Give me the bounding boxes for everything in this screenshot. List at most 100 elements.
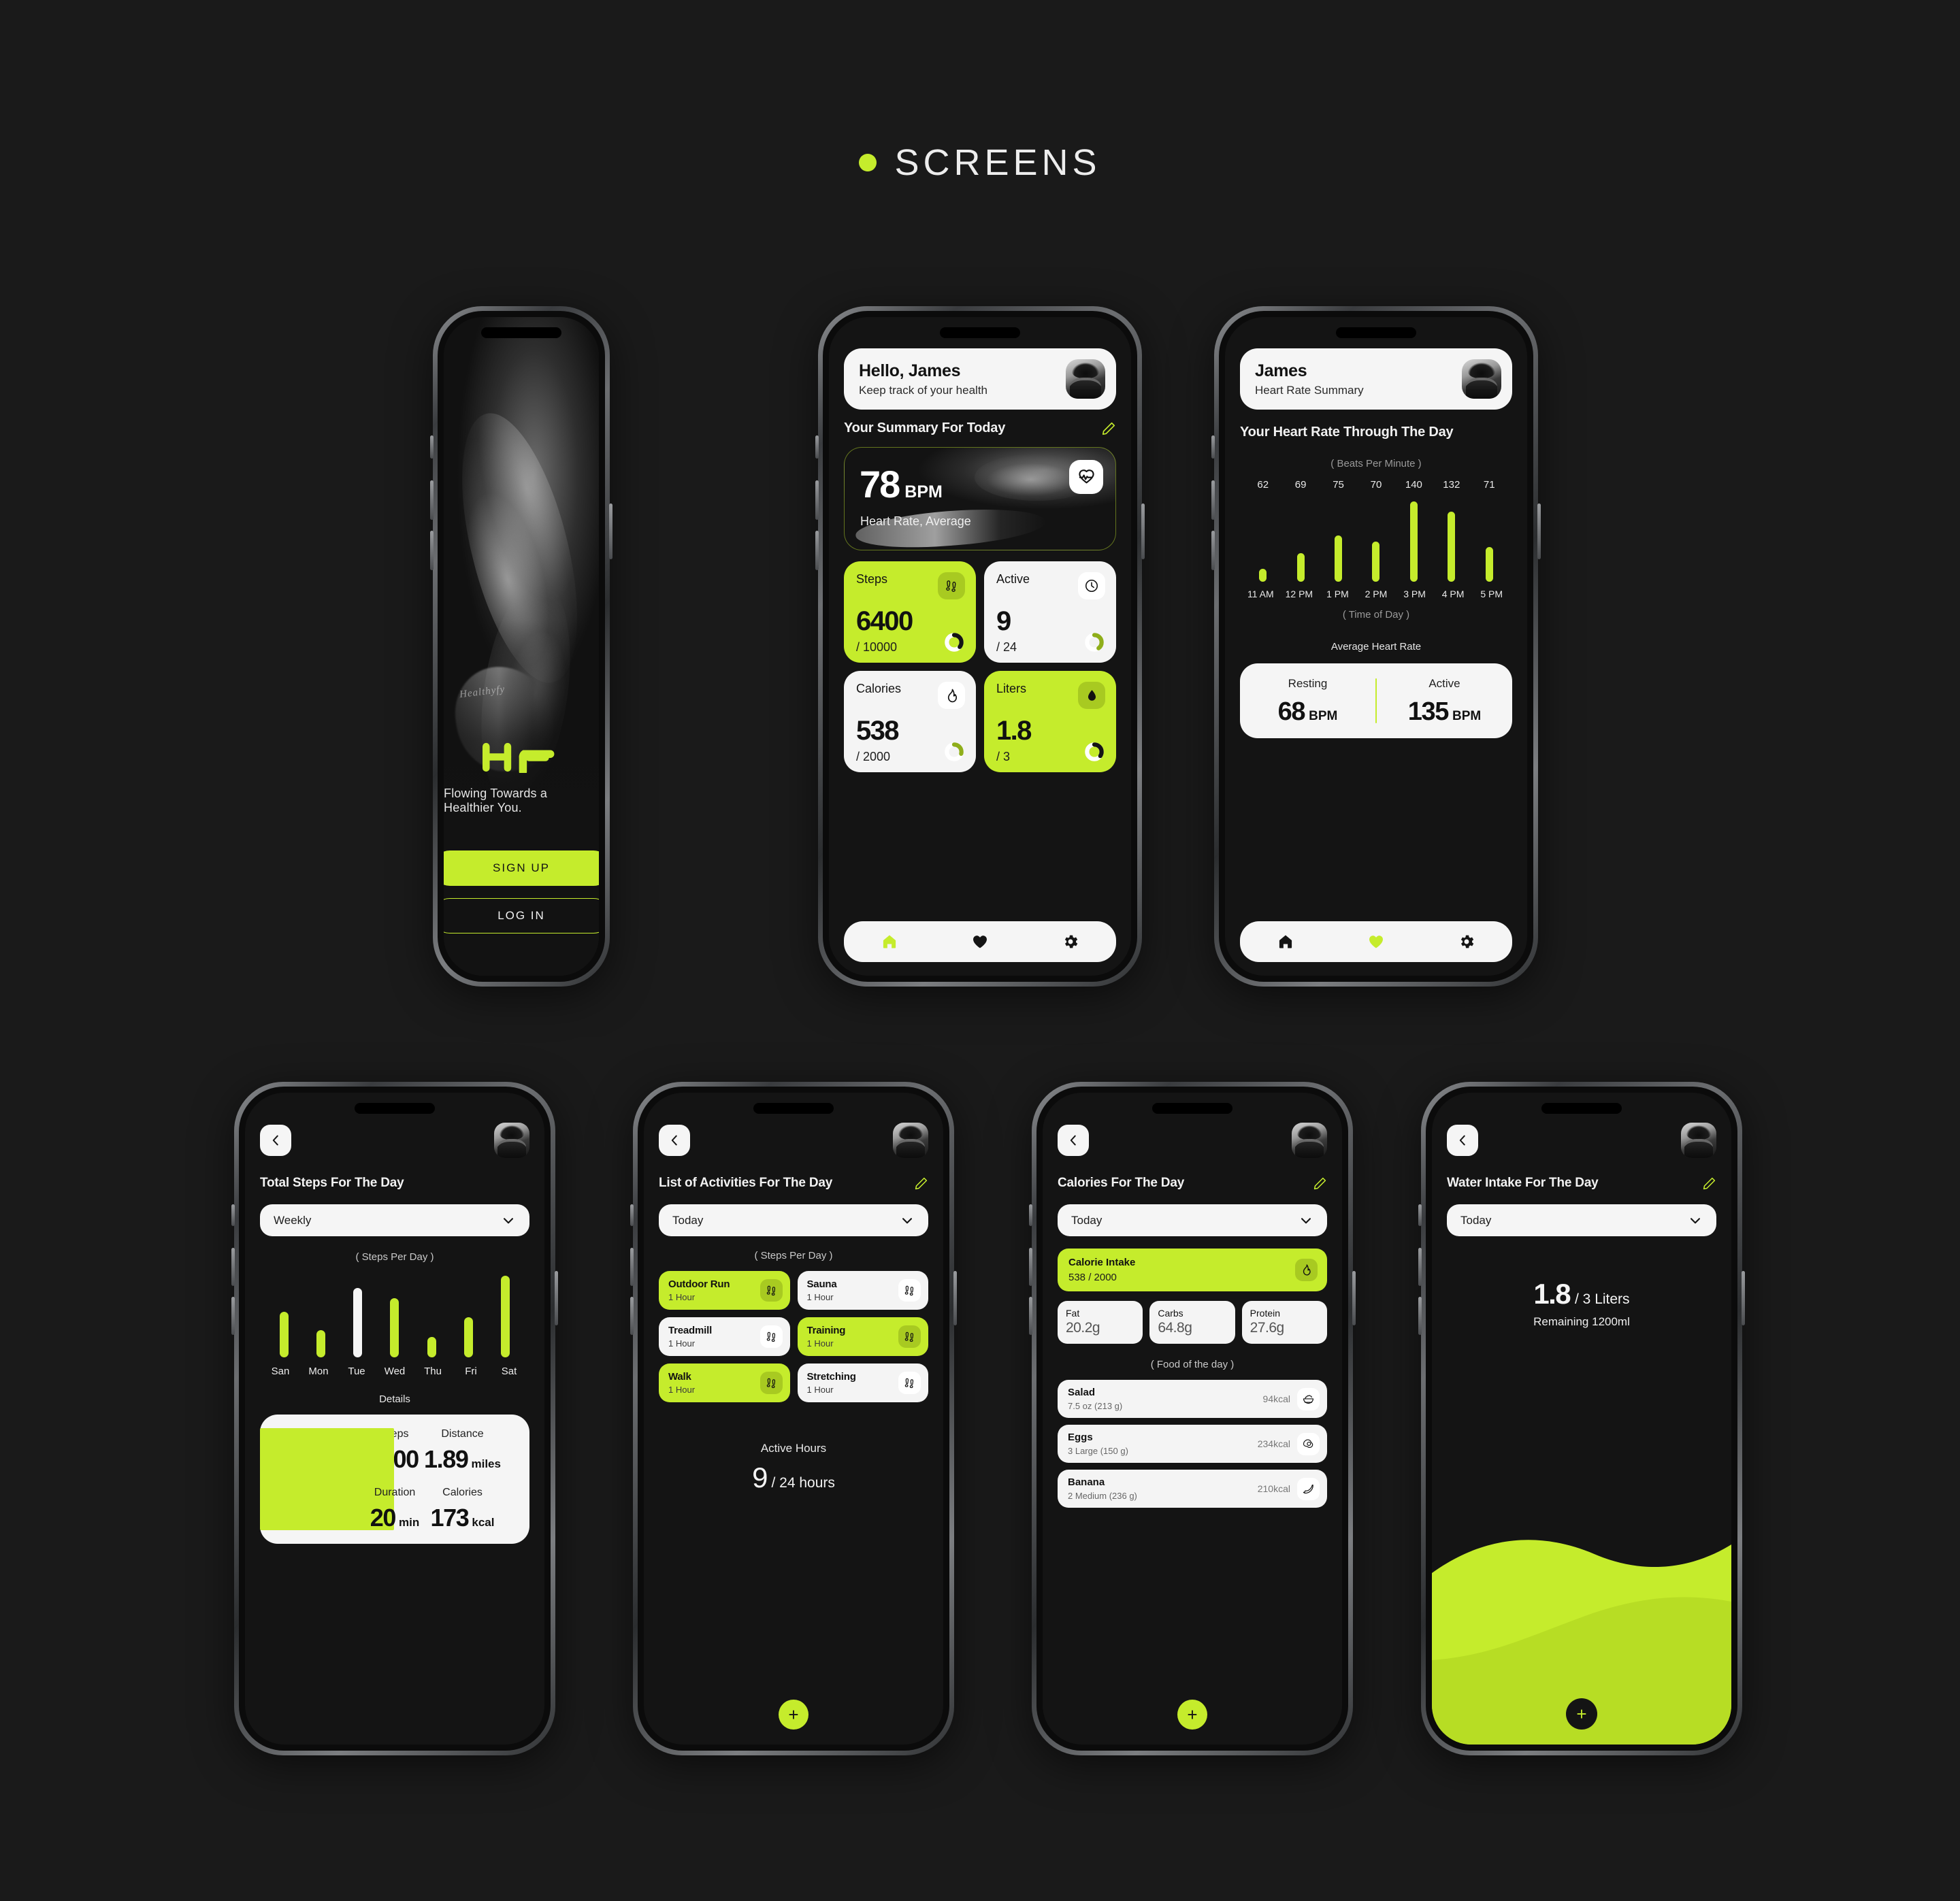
power-button[interactable] xyxy=(555,1271,558,1325)
activity-card-treadmill[interactable]: Treadmill 1 Hour xyxy=(659,1317,790,1356)
user-greeting-card[interactable]: James Heart Rate Summary xyxy=(1240,348,1512,410)
avatar[interactable] xyxy=(1681,1123,1716,1158)
volume-up-button[interactable] xyxy=(1029,1248,1032,1286)
activity-card-stretching[interactable]: Stretching 1 Hour xyxy=(797,1363,928,1402)
x-tick: 5 PM xyxy=(1480,589,1503,599)
add-food-button[interactable]: + xyxy=(1177,1700,1207,1730)
sign-up-button[interactable]: SIGN UP xyxy=(444,850,599,886)
volume-up-button[interactable] xyxy=(231,1248,235,1286)
period-select[interactable]: Today xyxy=(1447,1204,1716,1236)
nav-home-button[interactable] xyxy=(881,933,898,950)
calorie-intake-banner[interactable]: Calorie Intake 538 / 2000 xyxy=(1058,1249,1327,1291)
volume-down-button[interactable] xyxy=(430,531,434,570)
period-select[interactable]: Weekly xyxy=(260,1204,529,1236)
volume-down-button[interactable] xyxy=(815,531,819,570)
x-tick: Thu xyxy=(424,1366,442,1377)
volume-down-button[interactable] xyxy=(231,1297,235,1335)
period-select[interactable]: Today xyxy=(1058,1204,1327,1236)
activity-card-sauna[interactable]: Sauna 1 Hour xyxy=(797,1271,928,1310)
mute-switch[interactable] xyxy=(430,435,434,459)
volume-up-button[interactable] xyxy=(430,480,434,520)
pencil-icon[interactable] xyxy=(914,1176,928,1191)
nav-heart-button[interactable] xyxy=(1367,933,1385,950)
period-select-value: Weekly xyxy=(274,1213,312,1227)
power-button[interactable] xyxy=(1537,503,1541,559)
power-button[interactable] xyxy=(1141,503,1145,559)
back-button[interactable] xyxy=(260,1125,291,1156)
activity-name: Training xyxy=(806,1325,846,1336)
resting-heart-rate: Resting 68 BPM xyxy=(1240,677,1375,725)
macro-label: Protein xyxy=(1250,1308,1281,1319)
volume-down-button[interactable] xyxy=(1029,1297,1032,1335)
user-greeting-card[interactable]: Hello, James Keep track of your health xyxy=(844,348,1116,410)
chart-bar xyxy=(427,1337,436,1357)
avatar[interactable] xyxy=(893,1123,928,1158)
detail-value: 20 xyxy=(370,1504,397,1532)
power-button[interactable] xyxy=(609,503,612,559)
volume-up-button[interactable] xyxy=(815,480,819,520)
greeting-subtitle: Keep track of your health xyxy=(859,383,988,397)
back-button[interactable] xyxy=(1058,1125,1089,1156)
fried-egg-icon xyxy=(1297,1432,1320,1455)
mute-switch[interactable] xyxy=(815,435,819,459)
page-heading: List of Activities For The Day xyxy=(659,1176,833,1190)
intake-text: Calorie Intake 538 / 2000 xyxy=(1068,1257,1135,1283)
back-button[interactable] xyxy=(659,1125,690,1156)
back-button[interactable] xyxy=(1447,1125,1478,1156)
volume-down-button[interactable] xyxy=(1211,531,1215,570)
stat-card-calories[interactable]: Calories 538 / 2000 xyxy=(844,671,976,772)
mute-switch[interactable] xyxy=(630,1204,634,1226)
period-select[interactable]: Today xyxy=(659,1204,928,1236)
pencil-icon[interactable] xyxy=(1101,421,1116,436)
nav-settings-button[interactable] xyxy=(1458,933,1475,950)
activity-text: Stretching 1 Hour xyxy=(807,1371,856,1395)
heart-rate-section-title: Your Heart Rate Through The Day xyxy=(1240,425,1454,440)
power-button[interactable] xyxy=(1352,1271,1356,1325)
pencil-icon[interactable] xyxy=(1702,1176,1716,1191)
stat-card-steps[interactable]: Steps 6400 / 10000 xyxy=(844,561,976,663)
avatar[interactable] xyxy=(1462,359,1501,399)
active-value-group: 135 BPM xyxy=(1408,699,1481,725)
volume-down-button[interactable] xyxy=(630,1297,634,1335)
phone-water: Water Intake For The Day Today 1.8 / 3 L… xyxy=(1418,1082,1745,1755)
mute-switch[interactable] xyxy=(1029,1204,1032,1226)
log-in-button[interactable]: LOG IN xyxy=(444,898,599,933)
stat-card-liters[interactable]: Liters 1.8 / 3 xyxy=(984,671,1116,772)
food-row-salad[interactable]: Salad 7.5 oz (213 g) 94kcal xyxy=(1058,1380,1327,1418)
activity-card-outdoor-run[interactable]: Outdoor Run 1 Hour xyxy=(659,1271,790,1310)
food-row-banana[interactable]: Banana 2 Medium (236 g) 210kcal xyxy=(1058,1470,1327,1508)
heart-rate-hero-card[interactable]: 78 BPM Heart Rate, Average xyxy=(844,447,1116,550)
volume-up-button[interactable] xyxy=(1418,1248,1422,1286)
pencil-icon[interactable] xyxy=(1313,1176,1327,1191)
volume-up-button[interactable] xyxy=(1211,480,1215,520)
nav-settings-button[interactable] xyxy=(1062,933,1079,950)
avatar[interactable] xyxy=(494,1123,529,1158)
macro-value: 20.2g xyxy=(1066,1320,1100,1336)
stat-card-active[interactable]: Active 9 / 24 xyxy=(984,561,1116,663)
mute-switch[interactable] xyxy=(1418,1204,1422,1226)
volume-down-button[interactable] xyxy=(1418,1297,1422,1335)
nav-heart-button[interactable] xyxy=(971,933,989,950)
add-activity-button[interactable]: + xyxy=(779,1700,808,1730)
volume-up-button[interactable] xyxy=(630,1248,634,1286)
avatar[interactable] xyxy=(1292,1123,1327,1158)
power-button[interactable] xyxy=(1742,1271,1745,1325)
hero-bpm-value: 78 xyxy=(860,463,900,506)
mute-switch[interactable] xyxy=(231,1204,235,1226)
detail-unit: kcal xyxy=(472,1516,495,1529)
activity-card-walk[interactable]: Walk 1 Hour xyxy=(659,1363,790,1402)
avatar[interactable] xyxy=(1066,359,1105,399)
page-heading: Total Steps For The Day xyxy=(260,1176,404,1190)
food-row-eggs[interactable]: Eggs 3 Large (150 g) 234kcal xyxy=(1058,1425,1327,1463)
activity-card-training[interactable]: Training 1 Hour xyxy=(797,1317,928,1356)
phone-heart-rate: James Heart Rate Summary Your Heart Rate… xyxy=(1211,306,1541,987)
x-tick: Wed xyxy=(384,1366,406,1377)
activities-grid: Outdoor Run 1 Hour Sauna 1 Hour Treadmil… xyxy=(659,1271,928,1402)
page-heading: Calories For The Day xyxy=(1058,1176,1185,1190)
heart-icon xyxy=(973,936,987,948)
add-water-button[interactable]: + xyxy=(1566,1698,1597,1730)
power-button[interactable] xyxy=(953,1271,957,1325)
phone-bezel: Water Intake For The Day Today 1.8 / 3 L… xyxy=(1426,1087,1737,1751)
nav-home-button[interactable] xyxy=(1277,933,1294,950)
mute-switch[interactable] xyxy=(1211,435,1215,459)
